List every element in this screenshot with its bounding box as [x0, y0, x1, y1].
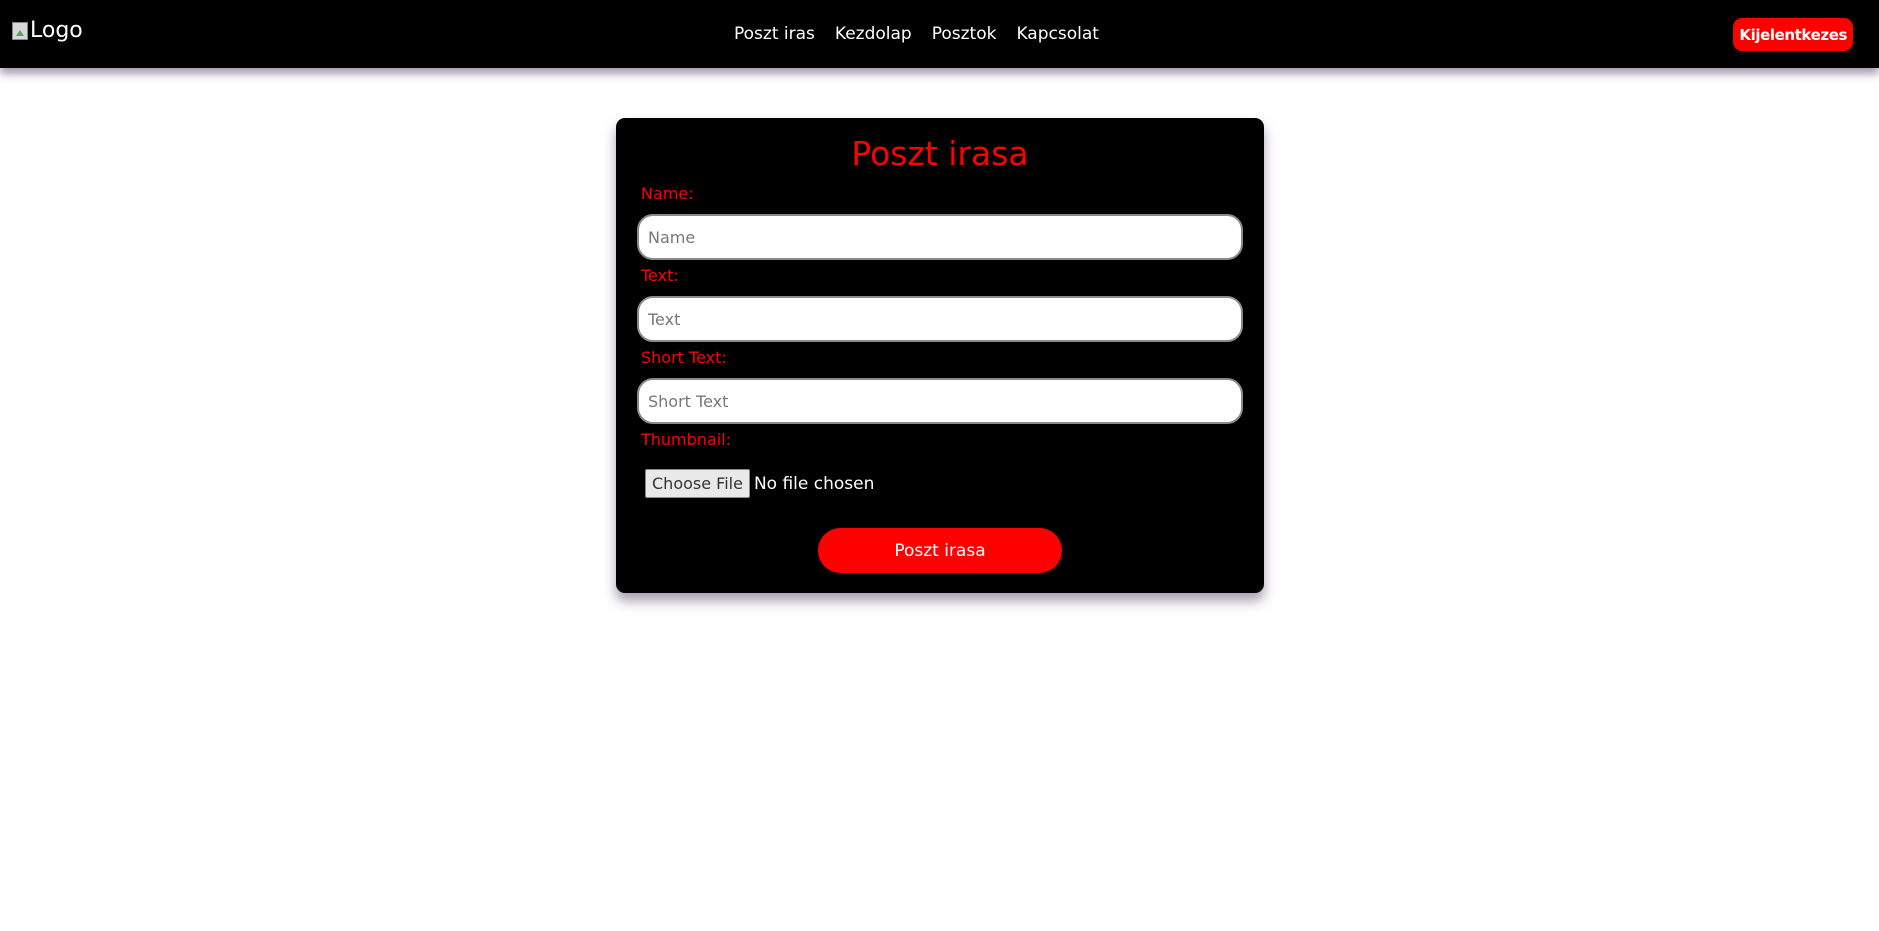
submit-post-button[interactable]: Poszt irasa [818, 528, 1062, 573]
short-text-input[interactable] [637, 378, 1243, 424]
thumbnail-label: Thumbnail: [641, 430, 732, 449]
file-status-text: No file chosen [753, 473, 875, 494]
name-input[interactable] [637, 214, 1243, 260]
logout-button[interactable]: Kijelentkezes [1733, 18, 1853, 51]
nav-link-kapcsolat[interactable]: Kapcsolat [1016, 24, 1098, 44]
logo[interactable]: Logo [12, 18, 83, 44]
main-nav: Poszt iras Kezdolap Posztok Kapcsolat [734, 0, 1099, 68]
broken-image-icon [12, 22, 28, 40]
logo-alt-text: Logo [30, 18, 83, 43]
top-navbar: Logo Poszt iras Kezdolap Posztok Kapcsol… [0, 0, 1879, 68]
text-label: Text: [641, 266, 679, 285]
thumbnail-file-input: Choose File No file chosen [645, 469, 874, 498]
text-input[interactable] [637, 296, 1243, 342]
form-title: Poszt irasa [851, 134, 1029, 173]
name-label: Name: [641, 184, 694, 203]
nav-link-poszt-iras[interactable]: Poszt iras [734, 24, 815, 44]
nav-link-kezdolap[interactable]: Kezdolap [835, 24, 912, 44]
choose-file-button[interactable]: Choose File [645, 469, 750, 498]
short-text-label: Short Text: [641, 348, 727, 367]
nav-link-posztok[interactable]: Posztok [932, 24, 997, 44]
post-form-card: Poszt irasa Name: Text: Short Text: Thum… [616, 118, 1264, 593]
